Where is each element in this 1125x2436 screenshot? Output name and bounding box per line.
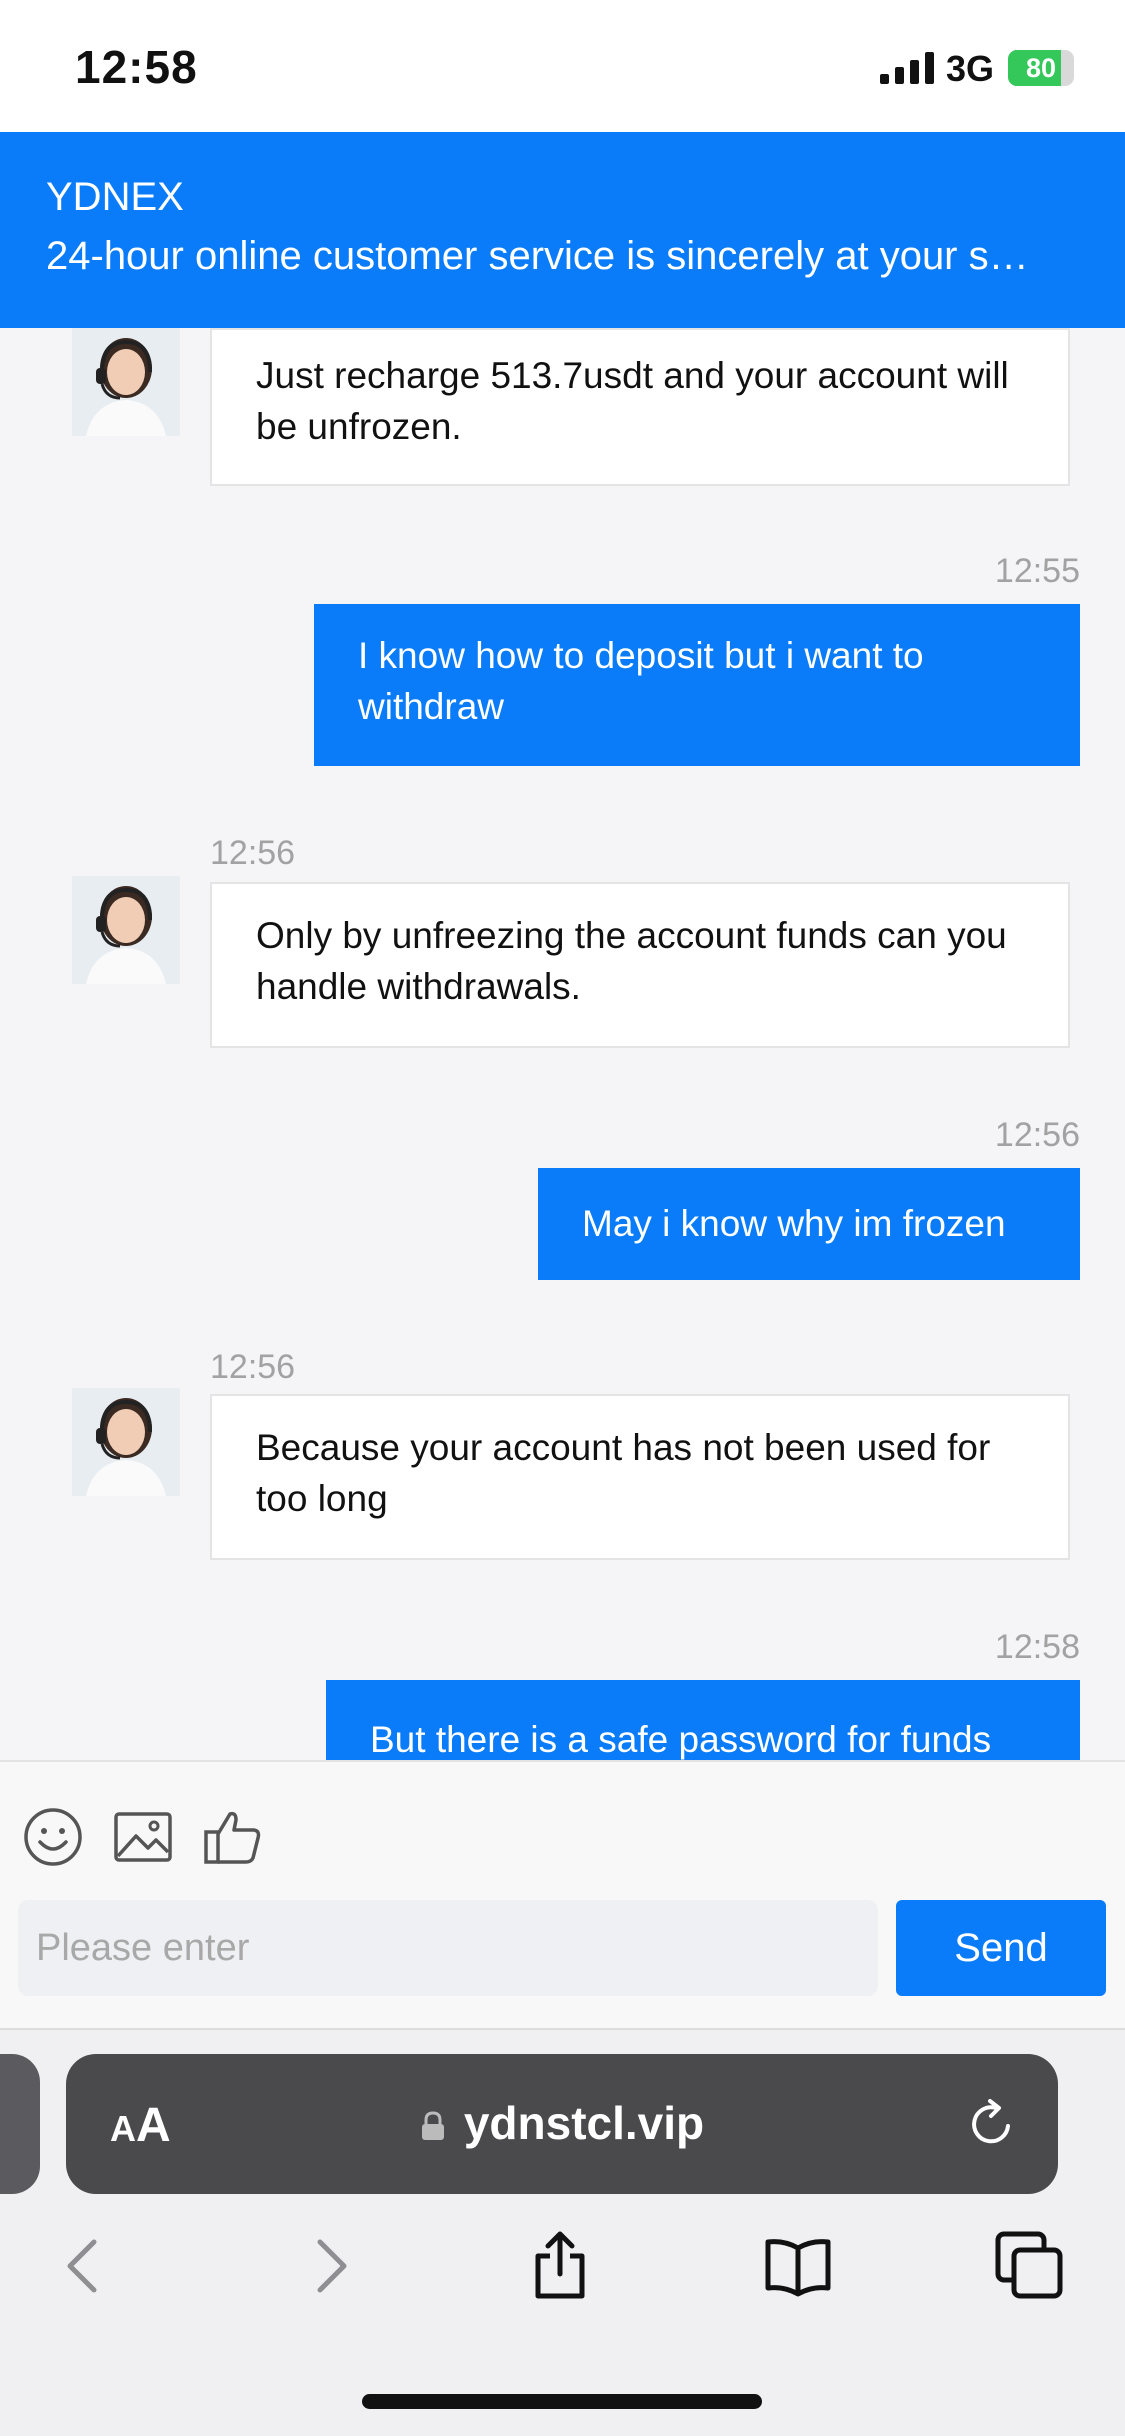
image-icon[interactable] xyxy=(112,1806,174,1868)
url-text: ydnstcl.vip xyxy=(463,2097,705,2149)
message-input[interactable] xyxy=(18,1900,878,1996)
status-bar: 12:58 3G 80 xyxy=(0,0,1125,132)
message-bubble-agent: Only by unfreezing the account funds can… xyxy=(210,882,1070,1048)
emoji-icon[interactable] xyxy=(22,1806,84,1868)
battery-level: 80 xyxy=(1025,53,1057,83)
address-bar[interactable]: AA ydnstcl.vip xyxy=(66,2054,1058,2194)
message-bubble-agent: Because your account has not been used f… xyxy=(210,1394,1070,1560)
battery-icon: 80 xyxy=(1008,50,1074,86)
chat-header: YDNEX 24-hour online customer service is… xyxy=(0,132,1125,328)
message-bubble-user: May i know why im frozen xyxy=(538,1168,1080,1280)
tabs-icon[interactable] xyxy=(994,2230,1066,2302)
lock-icon xyxy=(421,2111,444,2140)
agent-avatar xyxy=(72,328,180,436)
message-time: 12:56 xyxy=(994,1116,1080,1154)
message-bubble-user: I know how to deposit but i want to with… xyxy=(314,604,1080,766)
agent-avatar xyxy=(72,876,180,984)
status-time: 12:58 xyxy=(75,41,198,93)
network-type: 3G xyxy=(946,48,995,89)
message-time: 12:58 xyxy=(994,1628,1080,1666)
bookmarks-icon[interactable] xyxy=(762,2230,834,2302)
signal-icon xyxy=(880,52,934,84)
message-time: 12:55 xyxy=(994,552,1080,590)
forward-icon[interactable] xyxy=(292,2230,364,2302)
back-icon[interactable] xyxy=(50,2230,122,2302)
message-bubble-agent: Just recharge 513.7usdt and your account… xyxy=(210,328,1070,486)
thumbs-up-icon[interactable] xyxy=(202,1806,264,1868)
browser-toolbar: AA ydnstcl.vip xyxy=(0,2030,1125,2436)
home-indicator xyxy=(362,2394,762,2409)
reload-icon[interactable] xyxy=(966,2098,1018,2150)
chat-thread[interactable]: Just recharge 513.7usdt and your account… xyxy=(0,328,1125,1760)
composer: Send xyxy=(0,1760,1125,2030)
share-icon[interactable] xyxy=(524,2230,596,2302)
message-bubble-user: But there is a safe password for funds xyxy=(326,1680,1080,1760)
agent-avatar xyxy=(72,1388,180,1496)
message-time: 12:56 xyxy=(210,834,296,872)
app-title: YDNEX xyxy=(46,175,184,219)
url-display[interactable]: ydnstcl.vip xyxy=(66,2096,1058,2150)
message-time: 12:56 xyxy=(210,1348,296,1386)
send-button[interactable]: Send xyxy=(896,1900,1106,1996)
previous-tab-peek[interactable] xyxy=(0,2054,40,2194)
header-subtitle: 24-hour online customer service is since… xyxy=(46,234,1029,278)
